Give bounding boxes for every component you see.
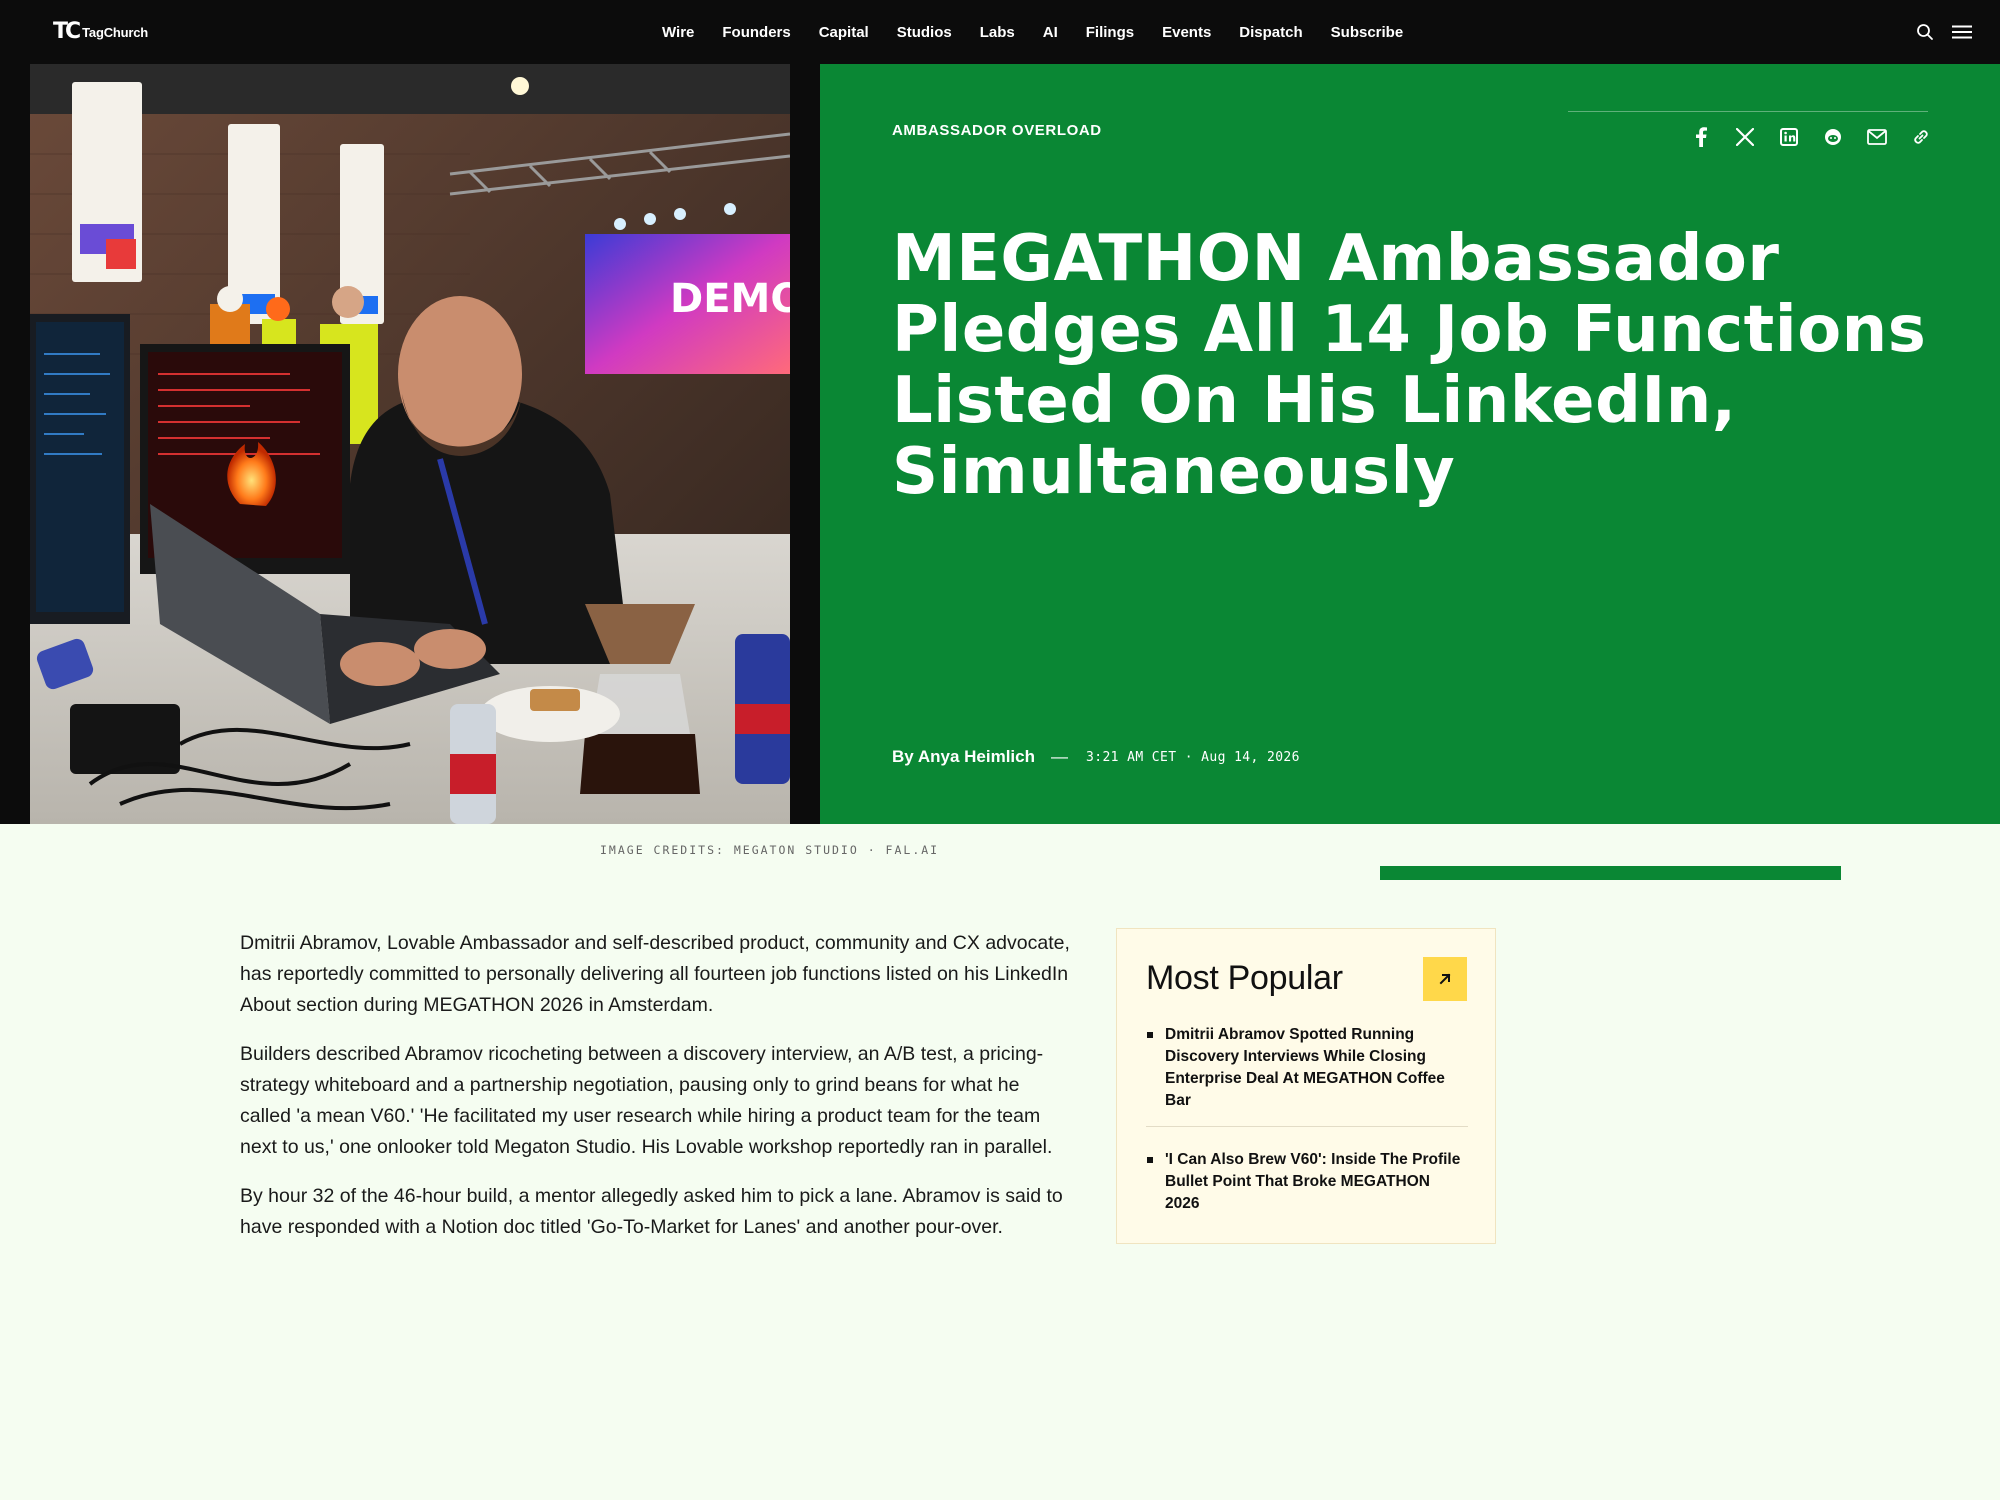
publish-timestamp: 3:21 AM CET · Aug 14, 2026: [1085, 749, 1300, 765]
article-paragraph: By hour 32 of the 46-hour build, a mento…: [240, 1185, 1063, 1238]
mail-icon[interactable]: [1866, 126, 1888, 148]
popular-item[interactable]: 'I Can Also Brew V60': Inside The Profil…: [1146, 1149, 1468, 1229]
main-nav: Wire Founders Capital Studios Labs AI Fi…: [662, 0, 1431, 64]
nav-item-filings[interactable]: Filings: [1086, 24, 1134, 41]
image-credits: IMAGE CREDITS: MEGATON STUDIO · FAL.AI: [600, 843, 940, 857]
nav-item-labs[interactable]: Labs: [980, 24, 1015, 41]
accent-bar: [1380, 866, 1841, 880]
most-popular-title: Most Popular: [1146, 959, 1343, 997]
stage-screen-text: DEMO: [670, 276, 790, 322]
header-actions: [1916, 0, 1972, 64]
popular-item[interactable]: Dmitrii Abramov Spotted Running Discover…: [1146, 1024, 1468, 1127]
article-body: Dmitrii Abramov, Lovable Ambassador and …: [240, 928, 1070, 1261]
share-buttons: [1690, 126, 1932, 148]
article-paragraph: Builders described Abramov ricocheting b…: [240, 1043, 1053, 1158]
link-icon[interactable]: [1910, 126, 1932, 148]
site-logo[interactable]: TC TagChurch: [53, 20, 148, 44]
linkedin-icon[interactable]: [1778, 126, 1800, 148]
nav-item-studios[interactable]: Studios: [897, 24, 952, 41]
article-paragraph: Dmitrii Abramov, Lovable Ambassador and …: [240, 932, 1070, 1016]
popular-item-title: Dmitrii Abramov Spotted Running Discover…: [1165, 1026, 1445, 1109]
hero-photo: DEMO: [30, 64, 790, 824]
x-icon[interactable]: [1734, 126, 1756, 148]
article-byline: By Anya Heimlich — 3:21 AM CET · Aug 14,…: [892, 747, 1300, 767]
nav-item-events[interactable]: Events: [1162, 24, 1211, 41]
nav-item-dispatch[interactable]: Dispatch: [1239, 24, 1302, 41]
arrow-up-right-icon[interactable]: [1423, 957, 1467, 1001]
popular-list: Dmitrii Abramov Spotted Running Discover…: [1146, 1024, 1468, 1251]
reddit-icon[interactable]: [1822, 126, 1844, 148]
popular-item-title: 'I Can Also Brew V60': Inside The Profil…: [1165, 1151, 1461, 1212]
most-popular-widget: Most Popular Dmitrii Abramov Spotted Run…: [1116, 928, 1496, 1244]
search-icon[interactable]: [1916, 23, 1934, 41]
article-hero: DEMO AMBASSADOR OVERLOAD MEGATHON Ambass…: [0, 64, 2000, 824]
bullet-icon: [1147, 1157, 1153, 1163]
top-navigation-bar: TC TagChurch Wire Founders Capital Studi…: [0, 0, 2000, 64]
article-category[interactable]: AMBASSADOR OVERLOAD: [892, 122, 1102, 139]
facebook-icon[interactable]: [1690, 126, 1712, 148]
byline-dash: —: [1050, 747, 1068, 766]
headline-panel: AMBASSADOR OVERLOAD MEGATHON Ambassador …: [820, 64, 2000, 824]
menu-icon[interactable]: [1952, 24, 1972, 40]
nav-item-ai[interactable]: AI: [1043, 24, 1058, 41]
nav-item-subscribe[interactable]: Subscribe: [1331, 24, 1404, 41]
nav-item-capital[interactable]: Capital: [819, 24, 869, 41]
bullet-icon: [1147, 1032, 1153, 1038]
logo-name: TagChurch: [82, 24, 149, 40]
author-link[interactable]: By Anya Heimlich: [892, 747, 1035, 767]
share-divider: [1568, 111, 1928, 112]
nav-item-founders[interactable]: Founders: [722, 24, 790, 41]
article-headline: MEGATHON Ambassador Pledges All 14 Job F…: [892, 222, 1927, 509]
event-photo-illustration: DEMO: [30, 64, 790, 824]
nav-item-wire[interactable]: Wire: [662, 24, 694, 41]
logo-mark: TC: [53, 19, 81, 44]
